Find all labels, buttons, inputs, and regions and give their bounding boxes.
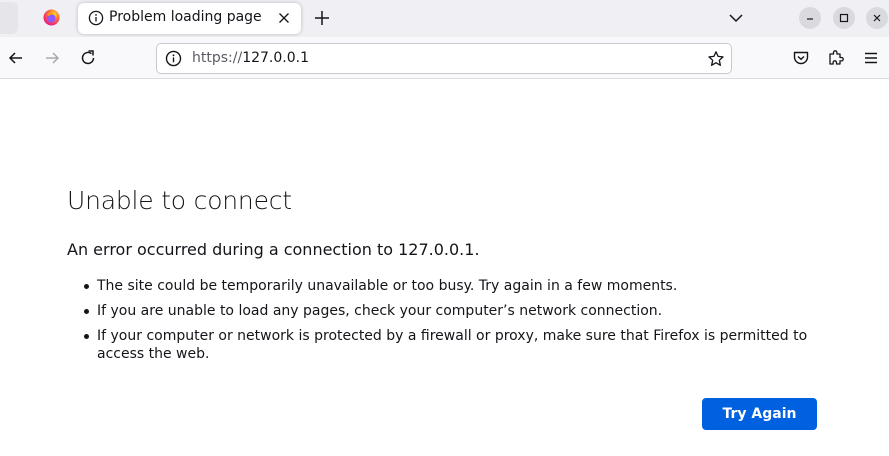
- arrow-right-icon[interactable]: [42, 48, 62, 68]
- close-icon[interactable]: [276, 10, 292, 26]
- address-bar[interactable]: https://127.0.0.1: [156, 43, 732, 74]
- url-scheme: https://: [192, 50, 243, 66]
- minimize-icon: [807, 18, 813, 20]
- firefox-logo-icon[interactable]: [43, 9, 60, 26]
- pocket-icon[interactable]: [791, 48, 811, 68]
- reload-icon[interactable]: [78, 48, 98, 68]
- puzzle-icon[interactable]: [826, 48, 846, 68]
- navigation-toolbar: https://127.0.0.1: [0, 37, 889, 79]
- star-icon[interactable]: [707, 50, 725, 68]
- info-circle-icon[interactable]: [165, 50, 182, 67]
- close-window-button[interactable]: [866, 7, 888, 29]
- hamburger-icon[interactable]: [861, 48, 881, 68]
- maximize-icon: [839, 13, 849, 23]
- error-description: An error occurred during a connection to…: [67, 240, 480, 259]
- try-again-button[interactable]: Try Again: [702, 398, 817, 430]
- error-title: Unable to connect: [67, 186, 292, 215]
- info-circle-icon: [88, 10, 104, 26]
- tab-problem-loading-page[interactable]: Problem loading page: [78, 3, 301, 34]
- suggestion-item: The site could be temporarily unavailabl…: [84, 277, 817, 295]
- pinned-tab[interactable]: [0, 2, 18, 34]
- close-icon: [873, 14, 881, 22]
- plus-icon[interactable]: [312, 8, 332, 28]
- suggestion-item: If your computer or network is protected…: [84, 327, 817, 363]
- error-page: Unable to connect An error occurred duri…: [0, 80, 889, 456]
- tab-title: Problem loading page: [109, 9, 262, 25]
- url-host: 127.0.0.1: [242, 50, 309, 66]
- url-text[interactable]: https://127.0.0.1: [192, 50, 309, 66]
- arrow-left-icon[interactable]: [6, 48, 26, 68]
- error-suggestions: The site could be temporarily unavailabl…: [84, 277, 817, 370]
- maximize-button[interactable]: [833, 7, 855, 29]
- suggestion-item: If you are unable to load any pages, che…: [84, 302, 817, 320]
- tab-strip: Problem loading page: [0, 0, 889, 37]
- minimize-button[interactable]: [799, 7, 821, 29]
- chevron-down-icon[interactable]: [727, 9, 745, 27]
